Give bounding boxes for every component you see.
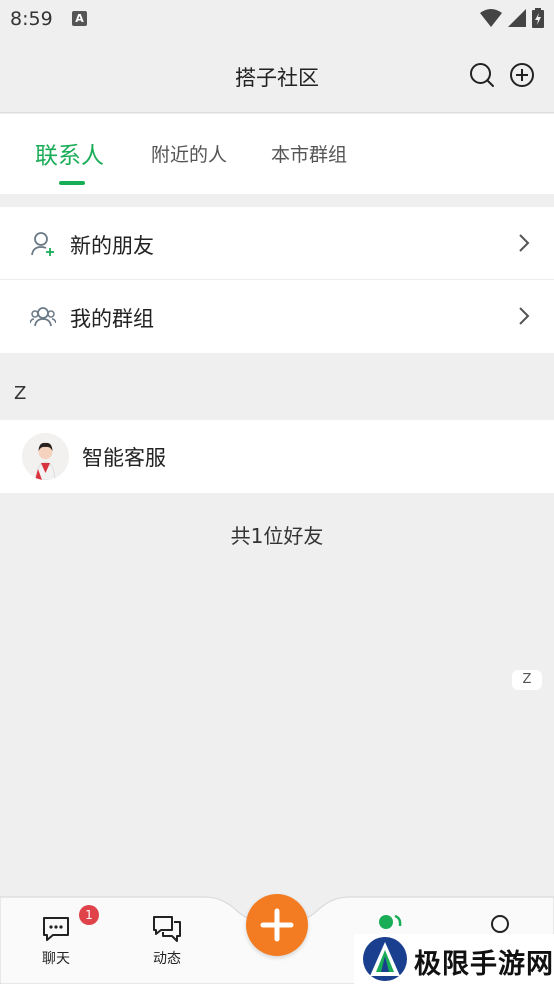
battery-icon — [532, 8, 544, 28]
plus-circle-icon[interactable] — [509, 62, 535, 88]
profile-icon[interactable] — [488, 914, 512, 934]
nav-chat-label: 聊天 — [42, 951, 70, 967]
search-icon[interactable] — [469, 62, 495, 88]
chevron-right-icon — [519, 307, 530, 325]
watermark-logo-icon — [363, 937, 407, 981]
contacts-icon[interactable] — [376, 914, 404, 934]
avatar — [22, 433, 69, 480]
status-time: 8:59 — [10, 8, 53, 30]
create-post-button[interactable] — [246, 894, 308, 956]
section-header-letter: Z — [14, 383, 27, 404]
chevron-right-icon — [519, 234, 530, 252]
nav-chat[interactable]: 聊天 — [26, 914, 86, 968]
add-person-icon — [31, 232, 54, 256]
tab-active-indicator — [59, 181, 85, 185]
nav-moments-label: 动态 — [153, 951, 181, 967]
status-bar: 8:59 A — [0, 0, 554, 38]
contact-row[interactable]: 智能客服 — [0, 420, 554, 493]
group-icon — [30, 307, 56, 327]
tab-city-groups[interactable]: 本市群组 — [271, 140, 347, 167]
wifi-icon — [480, 9, 502, 27]
nav-moments[interactable]: 动态 — [137, 914, 197, 968]
plus-icon — [260, 908, 294, 942]
app-header: 搭子社区 — [0, 38, 554, 113]
watermark: 极限手游网 — [354, 934, 554, 984]
tab-bar: 联系人 附近的人 本市群组 — [0, 114, 554, 194]
messages-icon — [153, 916, 181, 942]
a-letter-icon: A — [72, 11, 87, 26]
my-groups-label: 我的群组 — [70, 307, 154, 331]
tab-contacts[interactable]: 联系人 — [35, 136, 104, 170]
new-friends-label: 新的朋友 — [70, 234, 154, 258]
contact-name: 智能客服 — [82, 446, 166, 470]
friend-count: 共1位好友 — [230, 524, 324, 548]
chat-icon — [43, 917, 69, 941]
tab-nearby[interactable]: 附近的人 — [151, 140, 227, 167]
contacts-menu: 新的朋友 我的群组 — [0, 207, 554, 353]
new-friends-row[interactable]: 新的朋友 — [0, 207, 554, 280]
status-icons — [480, 8, 544, 28]
watermark-text: 极限手游网 — [414, 949, 554, 980]
alphabet-index-letter[interactable]: Z — [512, 670, 542, 690]
signal-icon — [508, 9, 526, 27]
unread-badge: 1 — [79, 905, 99, 925]
my-groups-row[interactable]: 我的群组 — [0, 280, 554, 353]
